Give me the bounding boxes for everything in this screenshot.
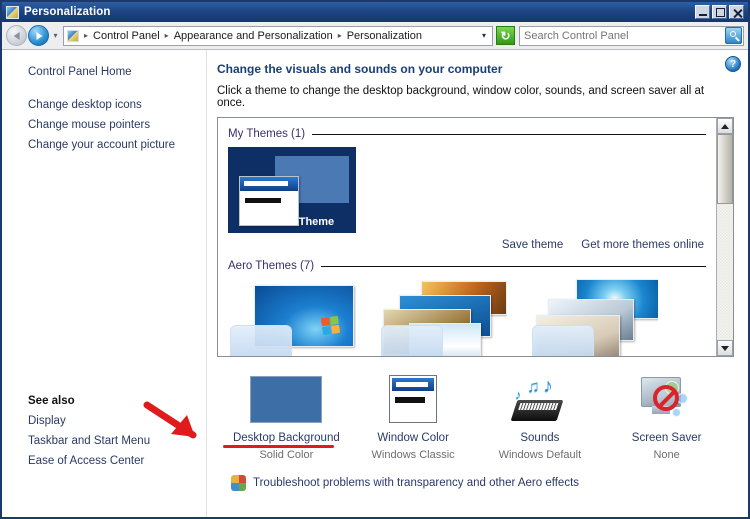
back-icon[interactable] bbox=[6, 25, 27, 46]
theme-tile-aero-2[interactable] bbox=[379, 279, 507, 356]
recent-pages-caret[interactable]: ▾ bbox=[51, 31, 60, 40]
group-divider bbox=[312, 133, 706, 135]
scroll-up-button[interactable] bbox=[717, 118, 733, 134]
sidebar: Control Panel Home Change desktop icons … bbox=[2, 50, 207, 517]
annotation-arrow-icon bbox=[143, 401, 197, 439]
search-box[interactable] bbox=[519, 25, 744, 46]
forward-icon[interactable] bbox=[28, 25, 49, 46]
option-label[interactable]: Sounds bbox=[520, 432, 559, 444]
scrollbar-thumb[interactable] bbox=[717, 134, 733, 204]
theme-tile-aero-3[interactable] bbox=[530, 279, 658, 356]
theme-name: Unsaved Theme bbox=[249, 216, 335, 228]
save-theme-link[interactable]: Save theme bbox=[502, 239, 563, 251]
option-value: Solid Color bbox=[259, 449, 314, 461]
troubleshoot-link[interactable]: Troubleshoot problems with transparency … bbox=[253, 477, 579, 489]
option-desktop-background[interactable]: Desktop Background Solid Color bbox=[143, 373, 350, 461]
search-icon[interactable] bbox=[725, 27, 742, 44]
option-value: Windows Classic bbox=[371, 449, 455, 461]
option-label[interactable]: Window Color bbox=[377, 432, 449, 444]
theme-tile-aero-1[interactable] bbox=[228, 279, 356, 356]
main-content: ? Change the visuals and sounds on your … bbox=[143, 50, 748, 517]
help-icon[interactable]: ? bbox=[725, 56, 741, 72]
minimize-button[interactable] bbox=[695, 5, 710, 19]
personalization-window: Personalization ▾ ▸ Control Panel ▸ Appe… bbox=[0, 0, 750, 519]
search-input[interactable] bbox=[520, 29, 725, 42]
aero-themes-tiles bbox=[228, 279, 706, 356]
theme-window-preview bbox=[230, 325, 292, 356]
address-bar: ▾ ▸ Control Panel ▸ Appearance and Perso… bbox=[2, 22, 748, 50]
personalization-options: Desktop Background Solid Color Window Co… bbox=[143, 373, 734, 461]
my-themes-tiles: Unsaved Theme bbox=[228, 147, 706, 233]
themes-list: My Themes (1) Unsaved Theme Save theme G… bbox=[217, 117, 734, 357]
theme-window-line bbox=[245, 198, 281, 203]
theme-actions: Save theme Get more themes online bbox=[228, 233, 706, 258]
close-button[interactable] bbox=[729, 5, 744, 19]
breadcrumb-item-personalization[interactable]: Personalization bbox=[345, 30, 424, 42]
sidebar-item-ease-of-access[interactable]: Ease of Access Center bbox=[28, 453, 203, 469]
group-label-aero-themes: Aero Themes (7) bbox=[228, 260, 315, 272]
theme-tile-unsaved[interactable]: Unsaved Theme bbox=[228, 147, 356, 233]
troubleshoot-row[interactable]: Troubleshoot problems with transparency … bbox=[231, 475, 734, 491]
sidebar-item-change-account-picture[interactable]: Change your account picture bbox=[28, 137, 206, 153]
window-color-swatch[interactable] bbox=[350, 373, 477, 423]
theme-window-preview bbox=[381, 325, 443, 356]
option-screen-saver[interactable]: Screen Saver None bbox=[603, 373, 730, 461]
breadcrumb[interactable]: ▸ Control Panel ▸ Appearance and Persona… bbox=[63, 25, 493, 46]
desktop-background-swatch[interactable] bbox=[223, 373, 350, 423]
breadcrumb-item-appearance[interactable]: Appearance and Personalization bbox=[172, 30, 335, 42]
control-panel-icon bbox=[67, 29, 79, 42]
theme-window-preview bbox=[532, 325, 594, 356]
sidebar-item-change-mouse-pointers[interactable]: Change mouse pointers bbox=[28, 117, 206, 133]
breadcrumb-separator-1: ▸ bbox=[164, 31, 169, 40]
breadcrumb-separator-2: ▸ bbox=[337, 31, 342, 40]
breadcrumb-separator-0: ▸ bbox=[84, 31, 89, 40]
annotation-underline bbox=[223, 445, 334, 448]
sounds-icon[interactable]: ♪ ♫ ♪ bbox=[477, 373, 604, 423]
sidebar-item-change-desktop-icons[interactable]: Change desktop icons bbox=[28, 97, 206, 113]
prohibition-icon bbox=[652, 385, 679, 411]
option-value: Windows Default bbox=[498, 449, 582, 461]
option-value: None bbox=[653, 449, 680, 461]
window-controls bbox=[695, 5, 744, 19]
group-divider bbox=[321, 265, 706, 267]
option-label[interactable]: Desktop Background bbox=[233, 432, 340, 444]
breadcrumb-item-control-panel[interactable]: Control Panel bbox=[91, 30, 162, 42]
group-header-aero-themes: Aero Themes (7) bbox=[228, 260, 706, 272]
theme-thumbnail[interactable]: Unsaved Theme bbox=[228, 147, 356, 233]
personalization-icon bbox=[6, 5, 19, 19]
get-more-themes-link[interactable]: Get more themes online bbox=[581, 239, 704, 251]
group-label-my-themes: My Themes (1) bbox=[228, 128, 306, 140]
maximize-button[interactable] bbox=[712, 5, 727, 19]
group-header-my-themes: My Themes (1) bbox=[228, 128, 706, 140]
windows-logo-icon bbox=[320, 315, 341, 336]
option-window-color[interactable]: Window Color Windows Classic bbox=[350, 373, 477, 461]
shield-icon bbox=[231, 475, 246, 491]
screen-saver-icon[interactable] bbox=[603, 373, 730, 423]
sidebar-item-control-panel-home[interactable]: Control Panel Home bbox=[28, 64, 206, 80]
page-subtitle: Click a theme to change the desktop back… bbox=[217, 85, 705, 109]
chevron-down-icon[interactable]: ▾ bbox=[478, 31, 490, 40]
themes-scroll-area: My Themes (1) Unsaved Theme Save theme G… bbox=[218, 118, 716, 356]
window-body: Control Panel Home Change desktop icons … bbox=[2, 50, 748, 517]
window-title: Personalization bbox=[24, 6, 111, 18]
option-label[interactable]: Screen Saver bbox=[632, 432, 702, 444]
title-bar: Personalization bbox=[2, 2, 748, 22]
scrollbar-track[interactable] bbox=[717, 204, 733, 340]
page-title: Change the visuals and sounds on your co… bbox=[217, 62, 503, 76]
scroll-down-button[interactable] bbox=[717, 340, 733, 356]
option-sounds[interactable]: ♪ ♫ ♪ Sounds Windows Default bbox=[477, 373, 604, 461]
theme-window-titlebar bbox=[240, 177, 298, 191]
themes-scrollbar[interactable] bbox=[716, 118, 733, 356]
refresh-icon[interactable]: ↻ bbox=[496, 26, 515, 45]
